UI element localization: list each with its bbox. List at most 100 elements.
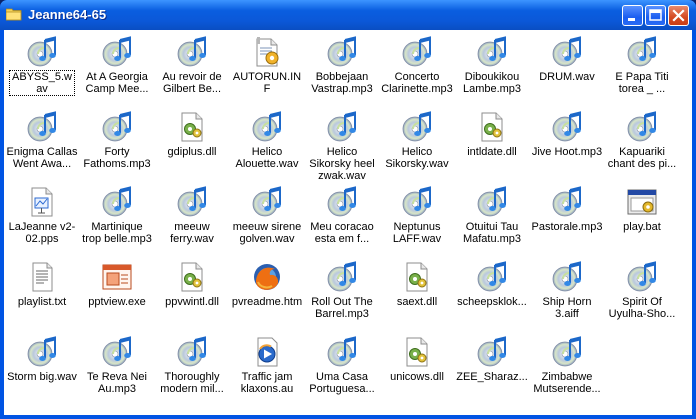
file-item[interactable]: Meu coracao esta em f... (306, 184, 378, 256)
file-item[interactable]: Enigma Callas Went Awa... (6, 109, 78, 181)
folder-icon (6, 8, 22, 21)
file-item[interactable]: E Papa Titi torea _ ... (606, 34, 678, 106)
file-name: Helico Alouette.wav (235, 146, 299, 170)
file-item[interactable]: gdiplus.dll (156, 109, 228, 181)
music-file-icon (401, 111, 433, 143)
close-button[interactable] (668, 5, 689, 26)
file-name: ppvwintl.dll (165, 296, 219, 308)
music-file-icon (326, 111, 358, 143)
music-file-icon (401, 186, 433, 218)
firefox-html-icon (251, 261, 283, 293)
music-file-icon (476, 186, 508, 218)
file-item[interactable]: scheepsklok... (456, 259, 528, 331)
file-item[interactable]: LaJeanne v2-02.pps (6, 184, 78, 256)
file-name: pptview.exe (88, 296, 146, 308)
music-file-icon (26, 111, 58, 143)
file-item[interactable]: unicows.dll (381, 334, 453, 406)
file-item[interactable]: Diboukikou Lambe.mp3 (456, 34, 528, 106)
file-item[interactable]: DRUM.wav (531, 34, 603, 106)
file-item[interactable]: pvreadme.htm (231, 259, 303, 331)
batch-file-icon (626, 186, 658, 218)
file-item[interactable]: Forty Fathoms.mp3 (81, 109, 153, 181)
music-file-icon (626, 36, 658, 68)
file-item[interactable]: At A Georgia Camp Mee... (81, 34, 153, 106)
file-item[interactable]: Au revoir de Gilbert Be... (156, 34, 228, 106)
file-item[interactable]: Zimbabwe Mutserende... (531, 334, 603, 406)
file-name: ZEE_Sharaz... (456, 371, 528, 383)
window-title: Jeanne64-65 (28, 7, 107, 22)
file-item[interactable]: intldate.dll (456, 109, 528, 181)
file-item[interactable]: Roll Out The Barrel.mp3 (306, 259, 378, 331)
explorer-window: Jeanne64-65 ABYSS_5.wav At A Georgia Camp… (0, 0, 696, 419)
text-file-icon (26, 261, 58, 293)
file-item[interactable]: Spirit Of Uyulha-Sho... (606, 259, 678, 331)
file-name: Traffic jam klaxons.au (240, 371, 294, 395)
file-item[interactable]: playlist.txt (6, 259, 78, 331)
file-item[interactable]: ppvwintl.dll (156, 259, 228, 331)
file-name: Concerto Clarinette.mp3 (381, 71, 453, 95)
file-item[interactable]: Helico Sikorsky heel zwak.wav (306, 109, 378, 182)
music-file-icon (251, 111, 283, 143)
music-file-icon (626, 261, 658, 293)
music-file-icon (176, 36, 208, 68)
dll-file-icon (401, 336, 433, 368)
music-file-icon (101, 186, 133, 218)
file-item[interactable]: ABYSS_5.wav (6, 34, 78, 106)
music-file-icon (551, 261, 583, 293)
file-item[interactable]: ZEE_Sharaz... (456, 334, 528, 406)
file-item[interactable]: Kapuariki chant des pi... (606, 109, 678, 181)
file-item[interactable]: AUTORUN.INF (231, 34, 303, 106)
file-name: ABYSS_5.wav (9, 70, 75, 96)
music-file-icon (626, 111, 658, 143)
music-file-icon (176, 186, 208, 218)
file-name: play.bat (623, 221, 661, 233)
file-item[interactable]: pptview.exe (81, 259, 153, 331)
minimize-icon (628, 18, 635, 21)
file-name: Roll Out The Barrel.mp3 (311, 296, 373, 320)
file-item[interactable]: Ship Horn 3.aiff (531, 259, 603, 331)
slideshow-file-icon (26, 186, 58, 218)
media-player-icon (251, 336, 283, 368)
file-name: Helico Sikorsky heel zwak.wav (309, 146, 375, 182)
file-name: Meu coracao esta em f... (310, 221, 374, 245)
music-file-icon (101, 36, 133, 68)
setup-info-icon (251, 36, 283, 68)
file-name: Diboukikou Lambe.mp3 (462, 71, 522, 95)
file-name: unicows.dll (390, 371, 444, 383)
file-item[interactable]: saext.dll (381, 259, 453, 331)
minimize-button[interactable] (622, 5, 643, 26)
file-item[interactable]: meeuw ferry.wav (156, 184, 228, 256)
file-name: Otuitui Tau Mafatu.mp3 (462, 221, 522, 245)
file-item[interactable]: play.bat (606, 184, 678, 256)
file-name: Pastorale.mp3 (531, 221, 603, 233)
file-name: meeuw sirene golven.wav (232, 221, 302, 245)
file-name: saext.dll (396, 296, 438, 308)
file-item[interactable]: Traffic jam klaxons.au (231, 334, 303, 406)
music-file-icon (551, 36, 583, 68)
file-item[interactable]: Otuitui Tau Mafatu.mp3 (456, 184, 528, 256)
file-item[interactable]: Pastorale.mp3 (531, 184, 603, 256)
file-item[interactable]: Uma Casa Portuguesa... (306, 334, 378, 406)
file-item[interactable]: Thoroughly modern mil... (156, 334, 228, 406)
file-name: Thoroughly modern mil... (160, 371, 224, 395)
file-item[interactable]: Te Reva Nei Au.mp3 (81, 334, 153, 406)
file-item[interactable]: Helico Alouette.wav (231, 109, 303, 181)
title-bar[interactable]: Jeanne64-65 (0, 0, 696, 30)
file-item[interactable]: meeuw sirene golven.wav (231, 184, 303, 256)
file-name: Spirit Of Uyulha-Sho... (608, 296, 676, 320)
file-item[interactable]: Martinique trop belle.mp3 (81, 184, 153, 256)
maximize-button[interactable] (645, 5, 666, 26)
file-view[interactable]: ABYSS_5.wav At A Georgia Camp Mee... Au re… (4, 30, 692, 415)
dll-file-icon (401, 261, 433, 293)
music-file-icon (101, 111, 133, 143)
file-item[interactable]: Storm big.wav (6, 334, 78, 406)
file-item[interactable]: Helico Sikorsky.wav (381, 109, 453, 181)
file-name: Ship Horn 3.aiff (542, 296, 592, 320)
dll-file-icon (476, 111, 508, 143)
music-file-icon (176, 336, 208, 368)
file-item[interactable]: Concerto Clarinette.mp3 (381, 34, 453, 106)
music-file-icon (476, 336, 508, 368)
file-item[interactable]: Neptunus LAFF.wav (381, 184, 453, 256)
file-item[interactable]: Jive Hoot.mp3 (531, 109, 603, 181)
file-item[interactable]: Bobbejaan Vastrap.mp3 (306, 34, 378, 106)
